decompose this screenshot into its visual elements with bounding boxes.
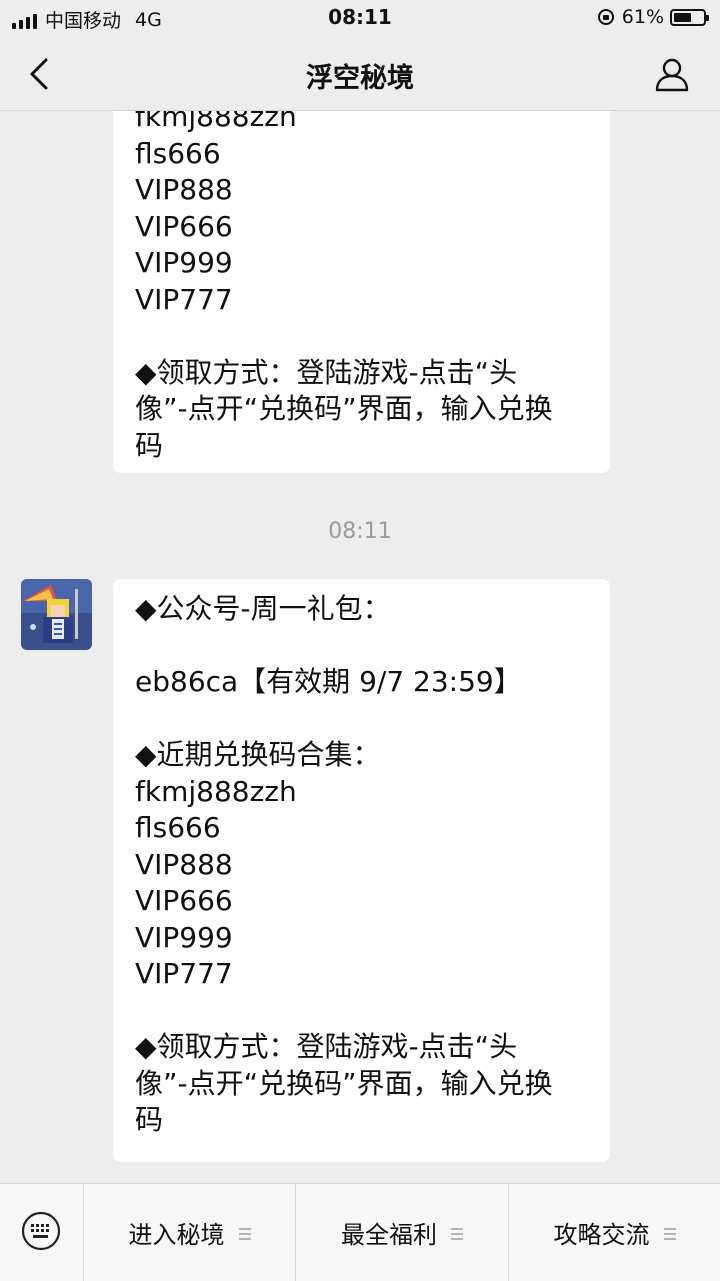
message-line: VIP888 <box>135 847 233 881</box>
message-line <box>135 628 588 665</box>
message-line: VIP777 <box>135 282 233 316</box>
battery-percent: 61% <box>621 6 664 28</box>
nav-bar: 浮空秘境 <box>0 36 720 111</box>
message-line <box>135 318 588 355</box>
message-line: fkmj888zzh <box>135 111 297 133</box>
menu-list-icon <box>238 1227 251 1240</box>
message-line: ◆公众号-周一礼包： <box>135 592 391 625</box>
menu-list-icon <box>451 1227 463 1240</box>
message-line: 像”-点开“兑换码”界面，输入兑换 <box>135 1066 553 1100</box>
battery-fill <box>674 12 692 22</box>
status-right: 61% <box>597 6 709 28</box>
page-title: 浮空秘境 <box>306 63 414 94</box>
message-line: VIP666 <box>135 884 233 917</box>
menu-guides[interactable]: 攻略交流 <box>509 1184 720 1281</box>
message-line: fls666 <box>135 136 221 170</box>
message-line: fls666 <box>135 811 221 844</box>
message-line: VIP777 <box>135 957 233 990</box>
chat-area[interactable]: fkmj888zzh fls666 VIP888 VIP666 VIP999 VIP777… <box>0 111 720 1183</box>
message-line: ◆领取方式：登陆游戏-点击“头 <box>135 1030 518 1063</box>
message-line: VIP888 <box>135 173 233 206</box>
menu-label: 最全福利 <box>341 1221 437 1249</box>
person-icon <box>655 58 689 92</box>
message-line: 像”-点开“兑换码”界面，输入兑换 <box>135 392 553 425</box>
message-line: ◆领取方式：登陆游戏-点击“头 <box>135 355 518 389</box>
message-line: VIP999 <box>135 920 233 954</box>
menu-list-icon <box>663 1227 676 1240</box>
rotation-lock-icon <box>597 9 614 25</box>
menu-enter-realm[interactable]: 进入秘境 <box>84 1184 296 1281</box>
message-line: ◆近期兑换码合集： <box>135 738 381 771</box>
battery-icon <box>670 8 709 26</box>
status-bar: 中国移动 4G 08:11 61% <box>0 0 720 36</box>
keyboard-toggle-button[interactable] <box>0 1184 84 1281</box>
message-line: eb86ca【有效期 9/7 23:59】 <box>135 665 522 698</box>
profile-button[interactable] <box>652 54 692 94</box>
message-line: VIP999 <box>135 246 233 279</box>
menu-label: 攻略交流 <box>553 1221 650 1249</box>
menu-welfare[interactable]: 最全福利 <box>296 1184 509 1281</box>
menu-label: 进入秘境 <box>128 1221 225 1249</box>
message-line <box>135 993 588 1030</box>
message-line: 码 <box>135 1103 164 1136</box>
game-avatar-icon <box>21 579 92 650</box>
message-line: 码 <box>135 428 164 462</box>
message-bubble[interactable]: ◆公众号-周一礼包： eb86ca【有效期 9/7 23:59】 ◆近期兑换码合集：… <box>113 579 610 1162</box>
keyboard-icon <box>21 1211 61 1251</box>
message-line: fkmj888zzh <box>135 774 297 808</box>
message-timestamp: 08:11 <box>328 519 392 544</box>
message-bubble[interactable]: fkmj888zzh fls666 VIP888 VIP666 VIP999 VIP777… <box>113 111 610 473</box>
message-line <box>135 701 588 738</box>
bottom-menu-bar: 进入秘境 最全福利 攻略交流 <box>0 1183 720 1281</box>
avatar[interactable] <box>21 579 92 650</box>
message-line: VIP666 <box>135 209 233 243</box>
